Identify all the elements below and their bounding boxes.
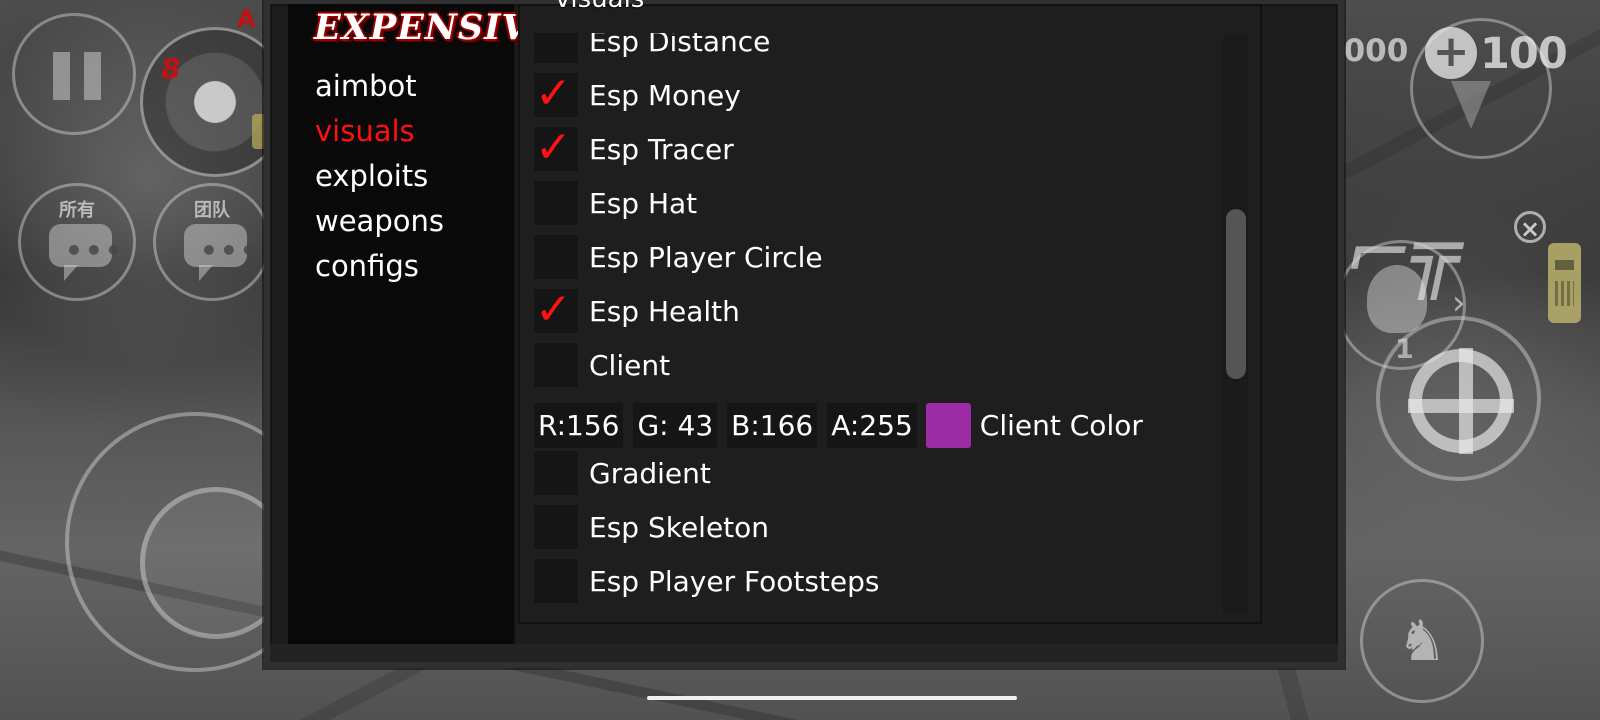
gradient-checkbox[interactable] (534, 451, 578, 495)
health-plus-icon: + (1425, 27, 1477, 79)
mod-menu-panel: EXPENSIVE aimbot visuals exploits weapon… (264, 0, 1344, 668)
mod-menu-sidebar: EXPENSIVE aimbot visuals exploits weapon… (288, 4, 556, 656)
esp-hat-checkbox[interactable] (534, 181, 578, 225)
client-color-controls: R:156 G: 43 B:166 A:255 Client Color (534, 400, 1224, 450)
crosshair-target-icon (1408, 348, 1514, 454)
game-screen: 8 A 所有 ••• 团队 ••• 5000 + 100 ⌐╦ × 1 › ♞ (0, 0, 1600, 720)
section-title: visuals (555, 0, 644, 14)
chat-team-label: 团队 (194, 200, 230, 221)
nav-exploits[interactable]: exploits (315, 154, 505, 199)
chat-all-label: 所有 (59, 200, 95, 221)
armor-drill-icon (1451, 81, 1491, 129)
option-esp-player-circle[interactable]: Esp Player Circle (534, 231, 1214, 283)
option-esp-hat[interactable]: Esp Hat (534, 177, 1214, 229)
health-value: 100 (1480, 29, 1568, 79)
option-label: Esp Player Footsteps (589, 564, 880, 598)
esp-health-checkbox[interactable] (534, 283, 578, 337)
option-label: Esp Money (589, 78, 741, 112)
health-display: + 100 (1410, 18, 1568, 159)
esp-skeleton-checkbox[interactable] (534, 505, 578, 549)
option-label: Esp Skeleton (589, 510, 770, 544)
client-color-red-field[interactable]: R:156 (534, 402, 624, 448)
option-esp-skeleton[interactable]: Esp Skeleton (534, 501, 1214, 553)
chat-team-button[interactable]: 团队 ••• (153, 183, 271, 301)
team-chat-dots-icon: ••• (200, 234, 260, 267)
crouch-button[interactable]: ♞ (1360, 579, 1484, 703)
option-esp-distance[interactable]: Esp Distance (534, 33, 1214, 67)
fire-button[interactable] (1376, 316, 1541, 481)
option-label: Esp Tracer (589, 132, 734, 166)
client-checkbox[interactable] (534, 343, 578, 387)
chat-all-button[interactable]: 所有 ••• (18, 183, 136, 301)
grenade-icon (1367, 265, 1427, 333)
nav-aimbot[interactable]: aimbot (315, 64, 505, 109)
esp-player-circle-checkbox[interactable] (534, 235, 578, 279)
visuals-scrollbar[interactable] (1223, 35, 1248, 615)
nav-visuals[interactable]: visuals (315, 109, 505, 154)
crouch-icon: ♞ (1396, 609, 1448, 674)
home-indicator[interactable] (647, 696, 1017, 700)
client-color-alpha-field[interactable]: A:255 (827, 402, 917, 448)
option-esp-money[interactable]: Esp Money (534, 67, 1214, 121)
mod-navigation: aimbot visuals exploits weapons configs (315, 64, 505, 289)
esp-tracer-checkbox[interactable] (534, 121, 578, 175)
option-esp-player-footsteps[interactable]: Esp Player Footsteps (534, 555, 1214, 607)
option-label: Client (589, 348, 671, 382)
esp-money-checkbox[interactable] (534, 67, 578, 121)
visuals-content-frame: visuals Esp Distance Esp Money Esp Trace… (518, 0, 1262, 624)
radio-icon[interactable] (1548, 243, 1581, 323)
minimap-player-number: 8 (161, 52, 181, 85)
minimap-top-marker: A (237, 5, 256, 33)
close-icon[interactable]: × (1514, 211, 1546, 243)
client-color-swatch[interactable] (925, 402, 971, 448)
esp-distance-checkbox[interactable] (534, 33, 578, 63)
option-label: Esp Health (589, 294, 740, 328)
client-color-green-field[interactable]: G: 43 (633, 402, 718, 448)
option-label: Esp Distance (589, 33, 771, 58)
option-label: Esp Player Circle (589, 240, 823, 274)
option-esp-health[interactable]: Esp Health (534, 283, 1214, 337)
esp-player-footsteps-checkbox[interactable] (534, 559, 578, 603)
option-client[interactable]: Client (534, 339, 1214, 391)
nav-configs[interactable]: configs (315, 244, 505, 289)
scrollbar-thumb[interactable] (1226, 209, 1246, 379)
visuals-options-list[interactable]: Esp Distance Esp Money Esp Tracer Esp Ha… (534, 33, 1244, 617)
nav-weapons[interactable]: weapons (315, 199, 505, 244)
option-label: Gradient (589, 456, 711, 490)
panel-bottom-edge (270, 644, 1338, 662)
option-gradient[interactable]: Gradient (534, 447, 1214, 499)
option-esp-tracer[interactable]: Esp Tracer (534, 121, 1214, 175)
chat-dots-icon: ••• (65, 234, 125, 267)
client-color-label: Client Color (979, 408, 1143, 442)
option-label: Esp Hat (589, 186, 698, 220)
client-color-blue-field[interactable]: B:166 (727, 402, 818, 448)
pause-button[interactable] (12, 13, 136, 135)
